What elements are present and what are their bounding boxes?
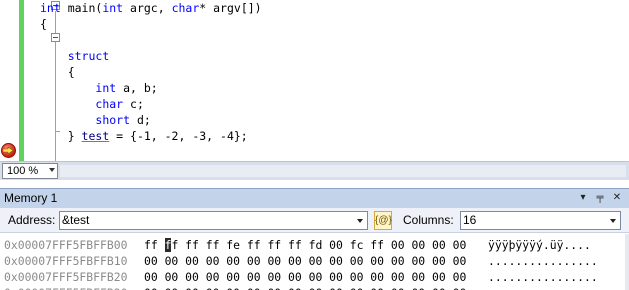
- code-editor[interactable]: int main(int argc, char* argv[]){ struct…: [0, 0, 629, 161]
- code-line[interactable]: } test = {-1, -2, -3, -4};: [40, 128, 262, 144]
- code-line[interactable]: {: [40, 64, 262, 80]
- columns-label: Columns:: [403, 213, 454, 227]
- code-token: argc,: [123, 1, 172, 15]
- code-token: }: [40, 129, 82, 143]
- memory-address: 0x00007FFF5FBFFB10: [4, 254, 128, 268]
- memory-window-title-bar[interactable]: Memory 1 ▾ ╤ ✕: [0, 188, 629, 208]
- code-token: {: [40, 65, 75, 79]
- memory-grid[interactable]: 0x00007FFF5FBFFB00 ff ff ff ff fe ff ff f…: [0, 234, 629, 290]
- memory-row[interactable]: 0x00007FFF5FBFFB10 00 00 00 00 00 00 00 0…: [4, 253, 598, 269]
- memory-window-title: Memory 1: [4, 191, 58, 205]
- memory-ascii: ................: [488, 270, 598, 284]
- code-keyword: char: [95, 97, 124, 111]
- chevron-down-icon[interactable]: ▾: [576, 191, 590, 205]
- code-line[interactable]: int main(int argc, char* argv[]): [40, 0, 262, 16]
- memory-bytes[interactable]: 00 00 00 00 00 00 00 00 00 00 00 00 00 0…: [144, 253, 466, 269]
- columns-value: 16: [463, 213, 477, 227]
- chevron-down-icon[interactable]: [49, 168, 55, 172]
- memory-address: 0x00007FFF5FBFFB00: [4, 238, 128, 252]
- memory-bytes-text: 00 00 00 00 00 00 00 00 00 00 00 00 00 0…: [144, 270, 467, 284]
- reevaluate-icon: {@}: [375, 215, 392, 226]
- address-label: Address:: [8, 213, 56, 227]
- code-identifier: test: [81, 129, 110, 143]
- memory-row[interactable]: 0x00007FFF5FBFFB20 00 00 00 00 00 00 00 0…: [4, 269, 598, 285]
- code-token: c;: [123, 97, 144, 111]
- reevaluate-automatically-button[interactable]: {@}: [374, 211, 392, 230]
- horizontal-scrollbar[interactable]: [60, 165, 626, 177]
- memory-bytes-text: 00 00 00 00 00 00 00 00 00 00 00 00 00 0…: [144, 286, 466, 290]
- memory-address: 0x00007FFF5FBFFB20: [4, 270, 128, 284]
- memory-bytes[interactable]: ff ff ff ff fe ff ff ff fd 00 fc ff 00 0…: [144, 237, 466, 253]
- vertical-scrollbar[interactable]: [625, 234, 629, 290]
- columns-select[interactable]: 16: [460, 211, 621, 230]
- memory-ascii: ÿÿÿþÿÿÿý.üÿ....: [488, 238, 591, 252]
- memory-row[interactable]: 0x00007FFF5FBFFB00 ff ff ff ff fe ff ff f…: [4, 237, 591, 253]
- code-line[interactable]: char c;: [40, 96, 262, 112]
- code-line[interactable]: int a, b;: [40, 80, 262, 96]
- memory-row[interactable]: 0x00007FFF5FBFFB30 00 00 00 00 00 00 00 0…: [4, 285, 598, 290]
- code-keyword: int: [40, 1, 61, 15]
- code-token: a, b;: [116, 81, 158, 95]
- address-value: &test: [62, 213, 90, 227]
- code-line[interactable]: [40, 144, 262, 160]
- memory-bytes[interactable]: 00 00 00 00 00 00 00 00 00 00 00 00 00 0…: [144, 285, 466, 290]
- code-keyword: char: [171, 1, 200, 15]
- code-keyword: struct: [67, 49, 110, 63]
- code-line[interactable]: [40, 32, 262, 48]
- code-keyword: short: [95, 113, 131, 127]
- memory-bytes-text: ff: [144, 238, 165, 252]
- memory-address: 0x00007FFF5FBFFB30: [4, 286, 127, 290]
- code-text[interactable]: int main(int argc, char* argv[]){ struct…: [40, 0, 262, 161]
- chevron-down-icon[interactable]: [357, 219, 363, 223]
- indicator-margin[interactable]: [0, 0, 19, 161]
- code-keyword: int: [95, 81, 117, 95]
- zoom-level: 100 %: [7, 165, 39, 177]
- code-token: {: [40, 17, 47, 31]
- close-icon[interactable]: ✕: [610, 191, 624, 205]
- memory-bytes-text: 00 00 00 00 00 00 00 00 00 00 00 00 00 0…: [144, 254, 467, 268]
- code-keyword: int: [102, 1, 124, 15]
- code-token: main(: [60, 1, 103, 15]
- code-line[interactable]: short d;: [40, 112, 262, 128]
- pin-icon[interactable]: ╤: [593, 191, 607, 205]
- memory-bytes-text: f ff ff fe ff ff ff fd 00 fc ff 00 00 00…: [171, 238, 467, 252]
- editor-status-bar: 100 %: [0, 161, 629, 180]
- zoom-combo[interactable]: 100 %: [2, 163, 58, 179]
- memory-bytes[interactable]: 00 00 00 00 00 00 00 00 00 00 00 00 00 0…: [144, 269, 466, 285]
- code-line[interactable]: struct: [40, 48, 262, 64]
- code-line[interactable]: {: [40, 16, 262, 32]
- code-token: * argv[]): [199, 1, 262, 15]
- code-token: = {-1, -2, -3, -4};: [109, 129, 248, 143]
- memory-ascii: ................: [488, 285, 598, 290]
- current-line-arrow-icon: [3, 147, 13, 154]
- outlining-margin: [24, 0, 60, 161]
- memory-toolbar: Address: &test {@} Columns: 16: [0, 208, 629, 233]
- chevron-down-icon[interactable]: [610, 219, 616, 223]
- address-input[interactable]: &test: [59, 211, 368, 230]
- code-token: d;: [130, 113, 151, 127]
- memory-ascii: ................: [488, 254, 598, 268]
